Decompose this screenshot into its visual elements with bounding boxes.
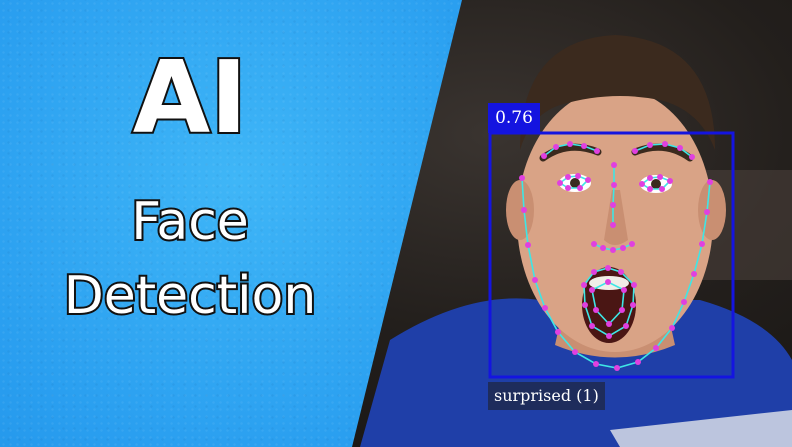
right-ear [698,180,726,240]
left-ear [506,180,534,240]
thumbnail: 0.76 surprised (1) AI Face Detection [0,0,792,447]
expression-label: surprised (1) [488,382,605,410]
title-detection: Detection [62,266,319,326]
title-face: Face [129,192,251,252]
confidence-score-badge: 0.76 [488,103,540,133]
title-ai: AI [131,39,250,156]
